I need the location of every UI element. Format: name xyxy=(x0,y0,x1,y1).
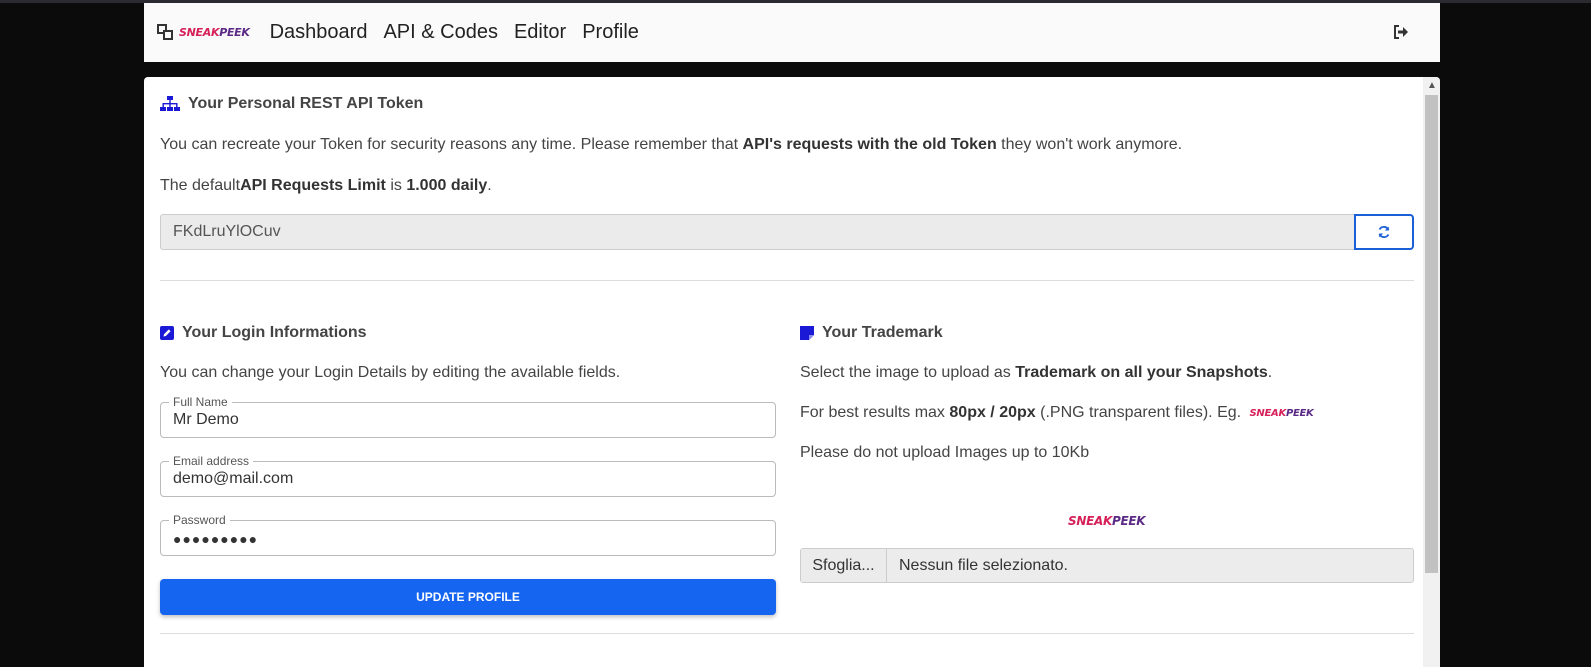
upload-size-note: Please do not upload Images up to 10Kb xyxy=(800,444,1090,461)
browse-button[interactable]: Sfoglia... xyxy=(801,549,887,582)
edit-icon xyxy=(160,326,174,340)
brand-logo[interactable]: SNEAKPEEK xyxy=(157,23,250,42)
file-status: Nessun file selezionato. xyxy=(899,556,1068,574)
password-field[interactable]: Password ●●●●●●●●● xyxy=(160,513,776,556)
sitemap-icon xyxy=(160,96,180,111)
scrollbar[interactable]: ▲ xyxy=(1423,77,1440,667)
email-value: demo@mail.com xyxy=(173,470,294,487)
sign-out-icon[interactable] xyxy=(1392,23,1410,41)
password-label: Password xyxy=(169,513,230,527)
token-limit-text: The defaultAPI Requests Limit is 1.000 d… xyxy=(160,177,492,194)
full-name-value: Mr Demo xyxy=(173,411,239,428)
full-name-label: Full Name xyxy=(169,395,232,409)
brand-wordmark: SNEAKPEEK xyxy=(179,26,250,39)
nav-editor[interactable]: Editor xyxy=(514,21,566,44)
sticky-note-icon xyxy=(800,326,814,340)
example-trademark: SNEAKPEEK xyxy=(1249,407,1314,419)
trademark-preview: SNEAKPEEK xyxy=(1068,514,1146,528)
divider xyxy=(160,280,1414,281)
login-column: Your Login Informations You can change y… xyxy=(160,324,776,615)
regenerate-token-button[interactable] xyxy=(1354,214,1414,250)
scroll-up-arrow-icon[interactable]: ▲ xyxy=(1427,81,1437,91)
nav-api-codes[interactable]: API & Codes xyxy=(383,21,498,44)
trademark-file-input[interactable]: Sfoglia... Nessun file selezionato. xyxy=(800,548,1414,583)
trademark-column: Your Trademark Select the image to uploa… xyxy=(800,324,1414,583)
password-value: ●●●●●●●●● xyxy=(173,531,259,547)
login-description: You can change your Login Details by edi… xyxy=(160,364,621,381)
token-section-title: Your Personal REST API Token xyxy=(160,95,423,113)
trademark-section-title: Your Trademark xyxy=(800,324,1414,342)
nav-profile[interactable]: Profile xyxy=(582,21,639,44)
token-row: FKdLruYlOCuv xyxy=(160,214,1414,250)
nav-dashboard[interactable]: Dashboard xyxy=(270,21,368,44)
update-profile-button[interactable]: UPDATE PROFILE xyxy=(160,579,776,615)
full-name-field[interactable]: Full Name Mr Demo xyxy=(160,395,776,438)
scroll-thumb[interactable] xyxy=(1425,95,1438,573)
trademark-description: Select the image to upload as Trademark … xyxy=(800,364,1273,381)
windows-icon xyxy=(157,23,175,42)
email-label: Email address xyxy=(169,454,254,468)
email-field[interactable]: Email address demo@mail.com xyxy=(160,454,776,497)
login-section-title: Your Login Informations xyxy=(160,324,776,342)
refresh-icon xyxy=(1378,226,1390,238)
token-field[interactable]: FKdLruYlOCuv xyxy=(160,214,1354,250)
divider-bottom xyxy=(160,633,1414,634)
nav-links: Dashboard API & Codes Editor Profile xyxy=(270,21,655,44)
navbar: SNEAKPEEK Dashboard API & Codes Editor P… xyxy=(144,3,1440,62)
trademark-size-hint: For best results max 80px / 20px (.PNG t… xyxy=(800,404,1314,421)
profile-panel: ▲ Your Personal REST API Token You can r… xyxy=(144,77,1440,667)
token-description: You can recreate your Token for security… xyxy=(160,136,1183,153)
